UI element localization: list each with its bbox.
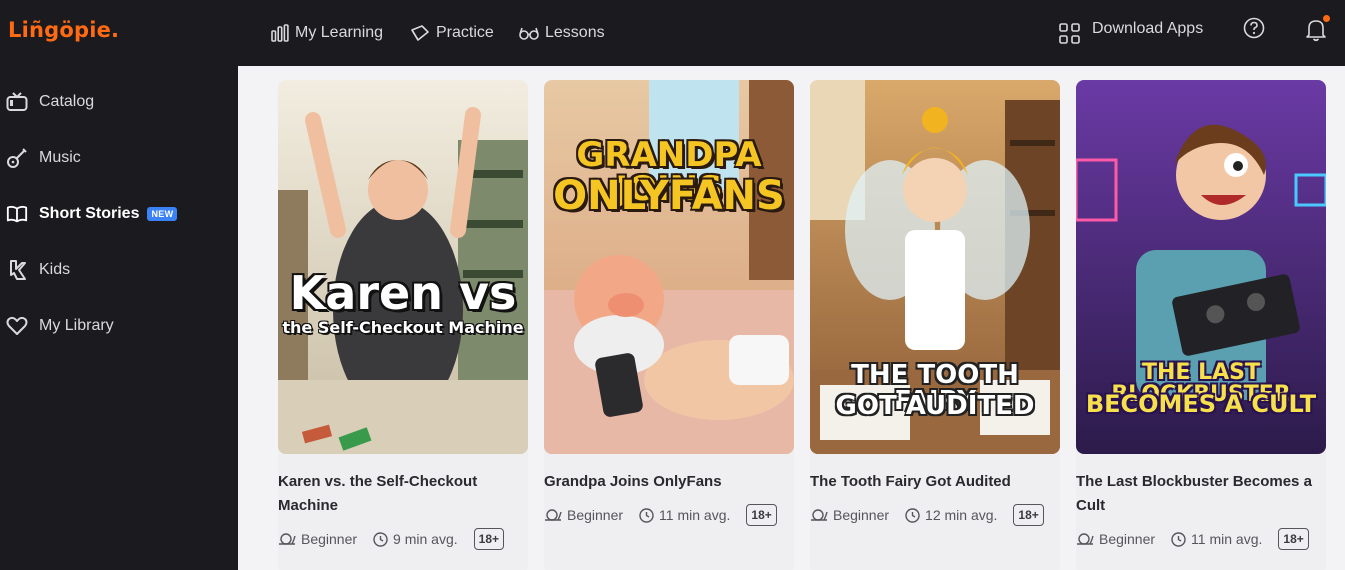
nav-label: Practice xyxy=(436,24,494,41)
story-title: Karen vs. the Self-Checkout Machine xyxy=(278,473,478,514)
sidebar-item-label: My Library xyxy=(39,317,114,334)
sidebar: Liñgöpie. Catalog Music Short Stories NE… xyxy=(0,0,238,570)
nav-label: My Learning xyxy=(295,24,384,41)
glasses-icon xyxy=(519,25,539,41)
heart-icon xyxy=(6,315,28,337)
clock-icon xyxy=(905,507,920,523)
level-label: Beginner xyxy=(567,507,624,523)
bar-chart-icon xyxy=(271,24,289,42)
story-card[interactable]: GRANDPA JOINS ONLYFANS Grandpa Joins Onl… xyxy=(544,80,794,570)
top-bar: My Learning Practice Lessons Download Ap… xyxy=(238,0,1345,66)
grid-icon xyxy=(1059,22,1080,44)
age-rating-badge: 18+ xyxy=(746,504,777,526)
story-poster: THE LAST BLOCKBUSTER BECOMES A CULT xyxy=(1076,80,1326,454)
duration-label: 11 min avg. xyxy=(1191,531,1263,547)
clock-icon xyxy=(1171,531,1186,547)
story-title: The Last Blockbuster Becomes a Cult xyxy=(1076,473,1312,514)
nav-lessons[interactable]: Lessons xyxy=(519,0,605,66)
sidebar-item-my-library[interactable]: My Library xyxy=(0,306,238,346)
duration-label: 12 min avg. xyxy=(925,507,998,523)
stories-grid: Karen vs the Self-Checkout Machine Karen… xyxy=(238,66,1345,570)
level-label: Beginner xyxy=(1099,531,1156,547)
guitar-icon xyxy=(6,147,28,169)
poster-title-line1: Karen vs xyxy=(289,266,517,320)
notifications-button[interactable] xyxy=(1304,14,1331,42)
poster-title-line2: the Self-Checkout Machine xyxy=(282,318,524,337)
sidebar-item-label: Short Stories xyxy=(39,205,140,222)
clock-icon xyxy=(373,531,388,547)
duration: 11 min avg. xyxy=(639,507,730,523)
level-label: Beginner xyxy=(833,507,890,523)
nav-practice[interactable]: Practice xyxy=(410,0,494,66)
sidebar-item-label: Catalog xyxy=(39,93,95,110)
story-poster: GRANDPA JOINS ONLYFANS xyxy=(544,80,794,454)
help-icon xyxy=(1243,17,1265,39)
story-meta: Beginner 9 min avg. 18+ xyxy=(278,528,504,550)
age-rating-badge: 18+ xyxy=(473,528,504,550)
download-apps-button[interactable]: Download Apps xyxy=(1059,0,1203,66)
snail-icon xyxy=(279,533,296,545)
story-card[interactable]: THE LAST BLOCKBUSTER BECOMES A CULT The … xyxy=(1076,80,1326,570)
sidebar-item-kids[interactable]: Kids xyxy=(0,250,238,290)
cards-icon xyxy=(410,24,430,42)
help-button[interactable] xyxy=(1242,16,1266,40)
level: Beginner xyxy=(544,507,623,523)
level: Beginner xyxy=(278,531,357,547)
snail-icon xyxy=(545,509,562,521)
clock-icon xyxy=(639,507,654,523)
kids-icon xyxy=(6,259,28,281)
sidebar-item-label: Music xyxy=(39,149,81,166)
book-open-icon xyxy=(6,203,28,225)
logo[interactable]: Liñgöpie. xyxy=(8,18,119,42)
level: Beginner xyxy=(1076,531,1155,547)
sidebar-item-music[interactable]: Music xyxy=(0,138,238,178)
story-title: The Tooth Fairy Got Audited xyxy=(810,473,1011,490)
story-title: Grandpa Joins OnlyFans xyxy=(544,473,722,490)
story-meta: Beginner 11 min avg. 18+ xyxy=(1076,528,1309,550)
sidebar-item-short-stories[interactable]: Short Stories NEW xyxy=(0,194,238,234)
duration-label: 11 min avg. xyxy=(659,507,731,523)
duration: 9 min avg. xyxy=(373,531,458,547)
story-poster: Karen vs the Self-Checkout Machine xyxy=(278,80,528,454)
new-badge: NEW xyxy=(147,207,178,221)
story-meta: Beginner 12 min avg. 18+ xyxy=(810,504,1044,526)
duration-label: 9 min avg. xyxy=(393,531,458,547)
poster-title-line2: ONLYFANS xyxy=(553,173,785,219)
age-rating-badge: 18+ xyxy=(1278,528,1309,550)
sidebar-item-label: Kids xyxy=(39,261,71,278)
poster-title-line2: GOT AUDITED xyxy=(835,391,1035,421)
duration: 12 min avg. xyxy=(905,507,997,523)
nav-my-learning[interactable]: My Learning xyxy=(271,0,383,66)
poster-title-line2: BECOMES A CULT xyxy=(1085,390,1317,418)
level-label: Beginner xyxy=(301,531,358,547)
duration: 11 min avg. xyxy=(1171,531,1262,547)
sidebar-item-catalog[interactable]: Catalog xyxy=(0,82,238,122)
age-rating-badge: 18+ xyxy=(1013,504,1044,526)
snail-icon xyxy=(1077,533,1094,545)
snail-icon xyxy=(811,509,828,521)
notification-dot xyxy=(1322,14,1331,23)
nav-label: Lessons xyxy=(545,24,605,41)
tv-icon xyxy=(6,91,28,113)
story-meta: Beginner 11 min avg. 18+ xyxy=(544,504,777,526)
story-card[interactable]: THE TOOTH FAIRY GOT AUDITED The Tooth Fa… xyxy=(810,80,1060,570)
story-poster: THE TOOTH FAIRY GOT AUDITED xyxy=(810,80,1060,454)
level: Beginner xyxy=(810,507,889,523)
story-card[interactable]: Karen vs the Self-Checkout Machine Karen… xyxy=(278,80,528,570)
download-apps-label: Download Apps xyxy=(1092,20,1204,37)
